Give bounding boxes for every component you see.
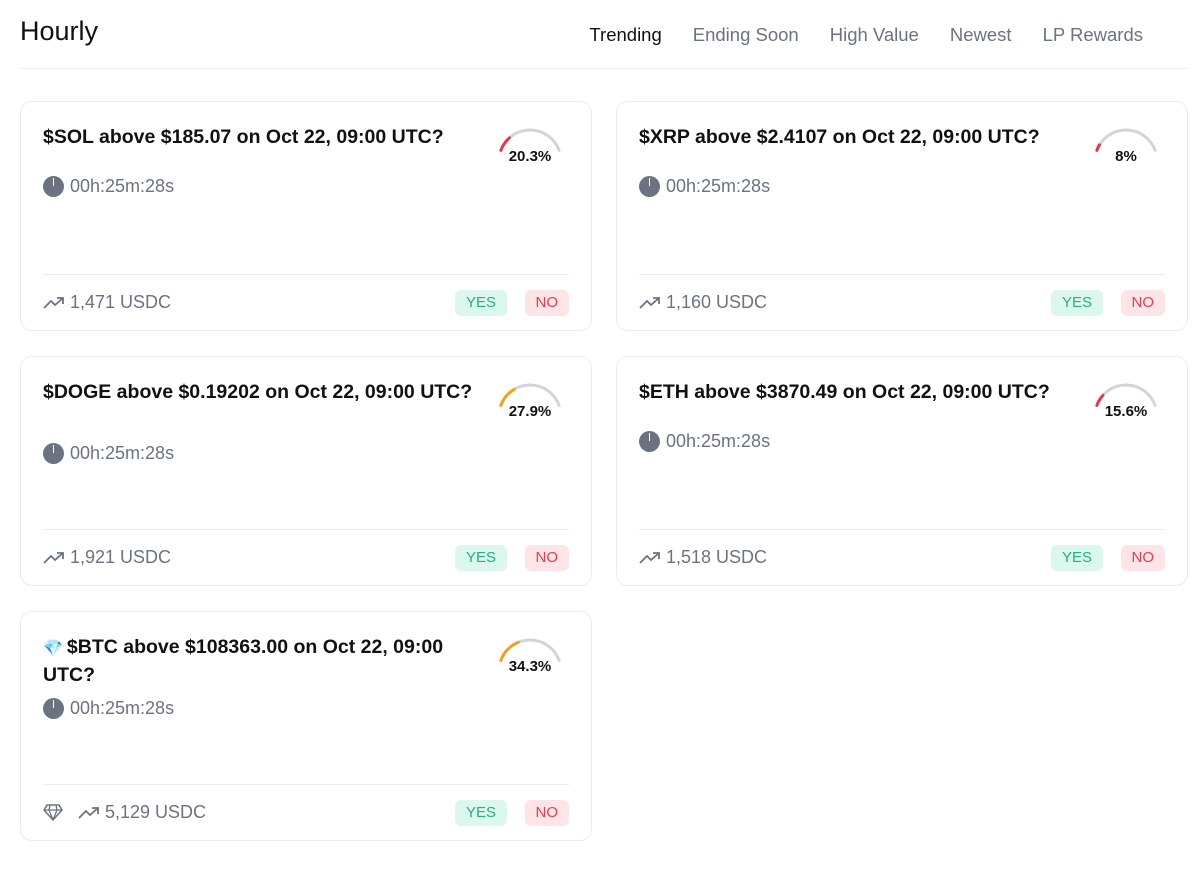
probability-label: 20.3% [508, 148, 552, 165]
countdown-text: 00h:25m:28s [70, 443, 175, 463]
yes-button[interactable]: YES [454, 290, 507, 316]
no-button[interactable]: NO [1120, 545, 1165, 571]
countdown: 00h:25m:28s [43, 176, 174, 197]
market-title[interactable]: 💎 $BTC above $108363.00 on Oct 22, 09:00 … [43, 634, 473, 688]
market-card-eth[interactable]: $ETH above $3870.49 on Oct 22, 09:00 UTC… [616, 356, 1188, 586]
volume: 1,921 USDC [43, 547, 171, 568]
countdown-text: 00h:25m:28s [666, 431, 771, 451]
card-footer: 5,129 USDC YES NO [43, 800, 569, 828]
tab-high-value[interactable]: High Value [830, 24, 919, 46]
card-divider [639, 274, 1165, 275]
card-footer: 1,921 USDC YES NO [43, 545, 569, 573]
card-divider [43, 529, 569, 530]
countdown: 00h:25m:28s [43, 443, 174, 464]
volume: 1,160 USDC [639, 292, 767, 313]
no-button[interactable]: NO [524, 545, 569, 571]
probability-gauge: 15.6% [1091, 383, 1161, 425]
probability-label: 8% [1115, 148, 1137, 165]
card-divider [43, 784, 569, 785]
tab-bar: Trending Ending Soon High Value Newest L… [589, 24, 1143, 46]
tab-lp-rewards[interactable]: LP Rewards [1043, 24, 1143, 46]
market-title[interactable]: $DOGE above $0.19202 on Oct 22, 09:00 UT… [43, 379, 473, 405]
countdown: 00h:25m:28s [639, 176, 770, 197]
probability-gauge: 8% [1091, 128, 1161, 170]
market-card-btc[interactable]: 💎 $BTC above $108363.00 on Oct 22, 09:00 … [20, 611, 592, 841]
market-title[interactable]: $ETH above $3870.49 on Oct 22, 09:00 UTC… [639, 379, 1069, 405]
clock-pie-icon [639, 176, 660, 197]
card-footer: 1,471 USDC YES NO [43, 290, 569, 318]
probability-label: 34.3% [508, 658, 552, 675]
countdown-text: 00h:25m:28s [666, 176, 771, 196]
market-card-doge[interactable]: $DOGE above $0.19202 on Oct 22, 09:00 UT… [20, 356, 592, 586]
probability-gauge: 34.3% [495, 638, 565, 680]
no-button[interactable]: NO [524, 800, 569, 826]
market-card-sol[interactable]: $SOL above $185.07 on Oct 22, 09:00 UTC?… [20, 101, 592, 331]
card-footer: 1,160 USDC YES NO [639, 290, 1165, 318]
countdown-text: 00h:25m:28s [70, 176, 175, 196]
trending-up-icon [78, 806, 99, 819]
clock-pie-icon [43, 698, 64, 719]
tab-ending-soon[interactable]: Ending Soon [693, 24, 799, 46]
trending-up-icon [43, 551, 64, 564]
probability-gauge: 20.3% [495, 128, 565, 170]
volume-text: 1,921 USDC [70, 547, 172, 567]
yes-button[interactable]: YES [1050, 545, 1103, 571]
card-divider [43, 274, 569, 275]
card-divider [639, 529, 1165, 530]
volume-text: 1,160 USDC [666, 292, 768, 312]
countdown: 00h:25m:28s [43, 698, 174, 719]
volume-text: 5,129 USDC [105, 802, 207, 822]
volume-text: 1,518 USDC [666, 547, 768, 567]
gem-icon: 💎 [43, 640, 63, 657]
probability-label: 15.6% [1104, 403, 1148, 420]
countdown: 00h:25m:28s [639, 431, 770, 452]
card-footer: 1,518 USDC YES NO [639, 545, 1165, 573]
clock-pie-icon [639, 431, 660, 452]
probability-gauge: 27.9% [495, 383, 565, 425]
market-title[interactable]: $XRP above $2.4107 on Oct 22, 09:00 UTC? [639, 124, 1069, 150]
page-title: Hourly [20, 16, 99, 46]
no-button[interactable]: NO [524, 290, 569, 316]
market-card-xrp[interactable]: $XRP above $2.4107 on Oct 22, 09:00 UTC?… [616, 101, 1188, 331]
clock-pie-icon [43, 176, 64, 197]
tab-trending[interactable]: Trending [589, 24, 661, 46]
trending-up-icon [639, 551, 660, 564]
yes-button[interactable]: YES [454, 800, 507, 826]
no-button[interactable]: NO [1120, 290, 1165, 316]
yes-button[interactable]: YES [454, 545, 507, 571]
tab-newest[interactable]: Newest [950, 24, 1012, 46]
header: Hourly Trending Ending Soon High Value N… [20, 0, 1188, 69]
volume: 1,518 USDC [639, 547, 767, 568]
market-title-text: $BTC above $108363.00 on Oct 22, 09:00 U… [43, 636, 444, 686]
clock-pie-icon [43, 443, 64, 464]
trending-up-icon [639, 296, 660, 309]
volume: 1,471 USDC [43, 292, 171, 313]
trending-up-icon [43, 296, 64, 309]
probability-label: 27.9% [508, 403, 552, 420]
volume-text: 1,471 USDC [70, 292, 172, 312]
market-title[interactable]: $SOL above $185.07 on Oct 22, 09:00 UTC? [43, 124, 473, 150]
diamond-icon [43, 804, 63, 821]
countdown-text: 00h:25m:28s [70, 698, 175, 718]
page: Hourly Trending Ending Soon High Value N… [0, 0, 1200, 871]
volume: 5,129 USDC [43, 802, 206, 823]
yes-button[interactable]: YES [1050, 290, 1103, 316]
